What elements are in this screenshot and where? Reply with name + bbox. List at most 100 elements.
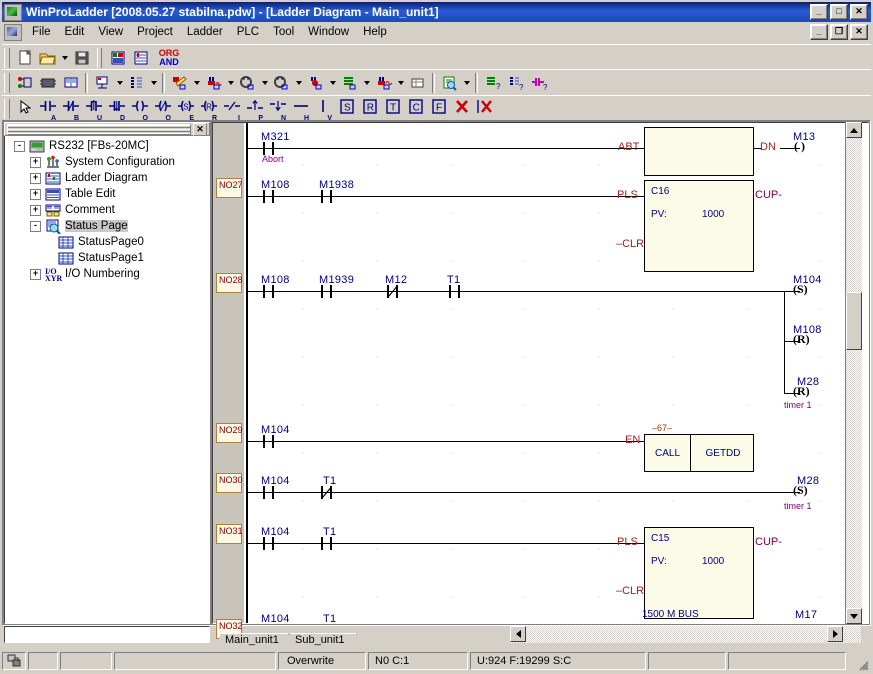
plc-run-dropdown[interactable] (259, 72, 270, 94)
contact-help-button[interactable]: ? (527, 72, 550, 94)
table-edit-button[interactable] (106, 47, 129, 69)
func-s-button[interactable]: S (335, 96, 358, 122)
h-line-button[interactable]: H (289, 96, 312, 122)
func-t-button[interactable]: T (381, 96, 404, 122)
rung-label-no27[interactable]: NO27 (216, 178, 243, 198)
tree-caption-gripper[interactable] (7, 123, 191, 135)
contact-t1-a[interactable] (449, 285, 462, 298)
counter-block-c15[interactable]: C15 PV: 1000 (644, 527, 754, 619)
mdi-minimize-button[interactable]: _ (810, 24, 828, 40)
counter-block-c16[interactable]: C16 PV: 1000 (644, 180, 754, 272)
contact-m108-a[interactable] (263, 190, 276, 203)
coil-m108-reset[interactable]: (R) (793, 332, 810, 347)
tree-node-system-configuration[interactable]: + System Configuration (6, 154, 206, 170)
status-plc-link-button[interactable] (2, 652, 26, 670)
coil-m28-set[interactable]: (S) (793, 483, 808, 498)
plc-status-dropdown[interactable] (327, 72, 338, 94)
module-button[interactable] (36, 72, 59, 94)
close-button[interactable]: ✕ (850, 4, 868, 20)
plc-status-button[interactable] (304, 72, 327, 94)
contact-m104-b[interactable] (263, 486, 276, 499)
plc-connect-button[interactable] (202, 72, 225, 94)
new-file-button[interactable] (13, 47, 36, 69)
mdi-restore-button[interactable]: ❐ (830, 24, 848, 40)
tree-expander-table-edit[interactable]: + (30, 188, 41, 200)
toolbar3-grip[interactable] (4, 98, 10, 119)
edit-program-button[interactable] (168, 72, 191, 94)
contact-m1939[interactable] (321, 285, 334, 298)
coil-not-button[interactable]: Q (151, 96, 174, 122)
network-help-button[interactable]: ? (504, 72, 527, 94)
ladder-view-button[interactable] (129, 47, 152, 69)
network-dropdown[interactable] (114, 72, 125, 94)
resize-grip[interactable] (855, 657, 869, 671)
toolbar-grip-2[interactable] (97, 48, 102, 68)
plc-stop-button[interactable] (270, 72, 293, 94)
menu-project[interactable]: Project (130, 24, 180, 40)
menu-edit[interactable]: Edit (58, 24, 92, 40)
delete-button[interactable] (450, 96, 473, 122)
coil-set-button[interactable]: S E (174, 96, 197, 122)
coil-m13[interactable]: ( ) (794, 139, 805, 154)
monitor-dropdown[interactable] (395, 72, 406, 94)
menu-tool[interactable]: Tool (266, 24, 301, 40)
tree-expander-system-configuration[interactable]: + (30, 156, 41, 168)
contact-t1-c[interactable] (321, 537, 334, 550)
select-pointer-button[interactable] (13, 96, 36, 122)
table-button[interactable] (406, 72, 429, 94)
contact-down-button[interactable]: D (105, 96, 128, 122)
tree-node-rs232[interactable]: - RS232 [FBs-20MC] (6, 138, 206, 154)
v-line-button[interactable]: V (312, 96, 335, 122)
ladder-vertical-scrollbar[interactable] (845, 122, 862, 624)
scroll-right-button[interactable] (827, 626, 843, 642)
network-button[interactable] (91, 72, 114, 94)
list-dropdown[interactable] (361, 72, 372, 94)
contact-m104-a[interactable] (263, 435, 276, 448)
menu-file[interactable]: File (25, 24, 58, 40)
toolbar2-grip[interactable] (4, 73, 10, 93)
mdi-close-button[interactable]: ✕ (850, 24, 868, 40)
coil-m28-reset[interactable]: (R) (793, 384, 810, 399)
plc-stop-dropdown[interactable] (293, 72, 304, 94)
pulse-down-button[interactable]: N (266, 96, 289, 122)
comment-button[interactable] (59, 72, 82, 94)
contact-m108-b[interactable] (263, 285, 276, 298)
coil-m104-set[interactable]: (S) (793, 282, 808, 297)
edit-program-dropdown[interactable] (191, 72, 202, 94)
contact-m1938[interactable] (321, 190, 334, 203)
ladder-horizontal-scrollbar[interactable] (510, 626, 861, 643)
menu-ladder[interactable]: Ladder (180, 24, 230, 40)
func-f-button[interactable]: F (427, 96, 450, 122)
contact-m104-c[interactable] (263, 537, 276, 550)
function-block-rung0[interactable] (644, 127, 754, 176)
plc-run-button[interactable] (236, 72, 259, 94)
contact-t1-nc[interactable] (321, 486, 334, 499)
scroll-down-button[interactable] (846, 608, 862, 624)
tab-main-unit1[interactable]: Main_unit1 (215, 633, 289, 648)
delete-row-button[interactable] (473, 96, 496, 122)
toolbar-grip[interactable] (4, 48, 10, 68)
contact-m12-nc[interactable] (387, 285, 400, 298)
rung-label-no29[interactable]: NO29 (216, 423, 243, 443)
func-c-button[interactable]: C (404, 96, 427, 122)
mdi-child-icon[interactable] (4, 23, 22, 41)
tree-expander-io-numbering[interactable]: + (30, 268, 41, 280)
plc-connect-dropdown[interactable] (225, 72, 236, 94)
tree-expander-rs232[interactable]: - (14, 140, 25, 152)
minimize-button[interactable]: _ (810, 4, 828, 20)
maximize-button[interactable]: □ (830, 4, 848, 20)
call-block[interactable]: CALL GETDD (644, 434, 754, 472)
tree-node-io-numbering[interactable]: + I/O XYR I/O Numbering (6, 266, 206, 283)
coil-out-button[interactable]: O (128, 96, 151, 122)
rung-label-no28[interactable]: NO28 (216, 273, 243, 293)
find-button[interactable] (438, 72, 461, 94)
contact-nc-button[interactable]: B (59, 96, 82, 122)
tree-expander-status-page[interactable]: - (30, 220, 41, 232)
menu-view[interactable]: View (91, 24, 130, 40)
org-and-button[interactable]: ORG AND (152, 47, 186, 69)
find-dropdown[interactable] (461, 72, 472, 94)
tree-node-table-edit[interactable]: + Table Edit (6, 186, 206, 202)
invert-button[interactable]: I (220, 96, 243, 122)
menu-plc[interactable]: PLC (230, 24, 266, 40)
tree-expander-comment[interactable]: + (30, 204, 41, 216)
